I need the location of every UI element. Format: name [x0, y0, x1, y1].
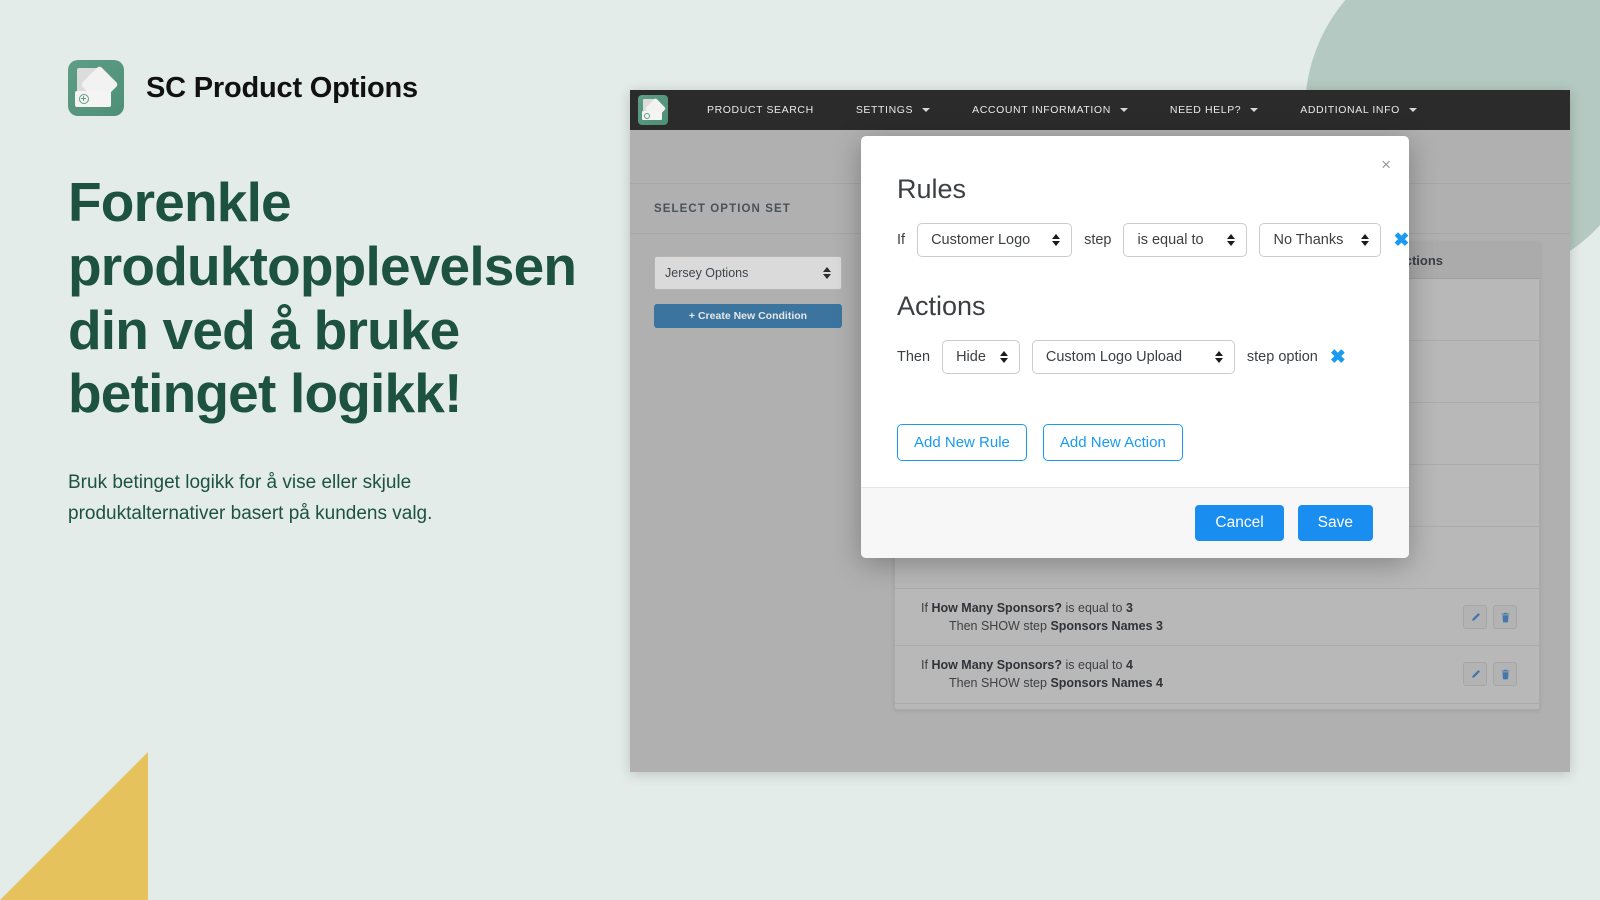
nav-label: NEED HELP?: [1169, 104, 1242, 116]
if-label: If: [897, 232, 906, 248]
rule-row: If Customer Logo step is equal to No Tha…: [897, 223, 1409, 257]
stepper-icon: [1227, 234, 1236, 246]
product-options-logo-icon: [68, 60, 124, 116]
stepper-icon: [999, 351, 1008, 363]
nav-label: ACCOUNT INFORMATION: [972, 104, 1111, 116]
save-button[interactable]: Save: [1297, 505, 1373, 541]
add-new-rule-button[interactable]: Add New Rule: [897, 424, 1027, 461]
step-label: step: [1084, 232, 1112, 248]
app-logo-icon[interactable]: [638, 95, 668, 125]
rule-field-select[interactable]: Customer Logo: [917, 223, 1073, 257]
page-subcopy: Bruk betinget logikk for å vise eller sk…: [68, 472, 433, 524]
action-target-select[interactable]: Custom Logo Upload: [1031, 340, 1235, 374]
chevron-down-icon: [1119, 108, 1128, 112]
actions-section-title: Actions: [897, 291, 986, 321]
chevron-down-icon: [1250, 108, 1259, 112]
remove-rule-icon[interactable]: ✖: [1393, 231, 1409, 250]
nav-item-product-search[interactable]: PRODUCT SEARCH: [686, 104, 835, 116]
stepper-icon: [1361, 234, 1370, 246]
brand-header: SC Product Options: [68, 60, 628, 116]
chevron-down-icon: [922, 108, 931, 112]
decorative-triangle: [0, 752, 148, 900]
modal-add-buttons: Add New Rule Add New Action: [861, 418, 1409, 487]
rule-operator-value: is equal to: [1137, 232, 1204, 248]
rule-compare-select[interactable]: No Thanks: [1259, 223, 1382, 257]
stepper-icon: [1052, 234, 1061, 246]
marketing-column: SC Product Options Forenkle produktopple…: [68, 60, 628, 530]
action-row: Then Hide Custom Logo Upload step option…: [897, 340, 1373, 374]
modal-footer: Cancel Save: [861, 487, 1409, 558]
rules-modal: × Rules If Customer Logo step is equal t…: [861, 136, 1409, 558]
nav-item-settings[interactable]: SETTINGS: [835, 104, 951, 116]
nav-label: PRODUCT SEARCH: [707, 104, 814, 116]
rule-operator-select[interactable]: is equal to: [1123, 223, 1248, 257]
nav-item-need-help[interactable]: NEED HELP?: [1149, 104, 1279, 116]
then-label: Then: [897, 349, 931, 365]
add-new-action-button[interactable]: Add New Action: [1042, 424, 1183, 461]
close-icon[interactable]: ×: [1381, 156, 1391, 173]
step-option-label: step option: [1246, 349, 1318, 365]
remove-action-icon[interactable]: ✖: [1330, 348, 1346, 367]
app-navbar: PRODUCT SEARCH SETTINGS ACCOUNT INFORMAT…: [630, 90, 1570, 130]
nav-label: SETTINGS: [855, 104, 914, 116]
brand-name: SC Product Options: [146, 71, 418, 104]
cancel-button[interactable]: Cancel: [1195, 505, 1284, 541]
nav-item-account-information[interactable]: ACCOUNT INFORMATION: [951, 104, 1149, 116]
rule-compare-value: No Thanks: [1273, 232, 1344, 248]
app-nav-items: PRODUCT SEARCH SETTINGS ACCOUNT INFORMAT…: [686, 104, 1438, 116]
action-target-value: Custom Logo Upload: [1045, 349, 1183, 365]
rule-field-value: Customer Logo: [931, 232, 1031, 248]
action-type-value: Hide: [956, 349, 986, 365]
chevron-down-icon: [1408, 108, 1417, 112]
modal-body: Rules If Customer Logo step is equal to …: [861, 136, 1409, 418]
action-type-select[interactable]: Hide: [942, 340, 1020, 374]
rules-section-title: Rules: [897, 174, 967, 204]
page-headline: Forenkle produktopplevelsen din ved å br…: [68, 171, 577, 425]
nav-item-additional-info[interactable]: ADDITIONAL INFO: [1279, 104, 1438, 116]
nav-label: ADDITIONAL INFO: [1300, 104, 1400, 116]
stepper-icon: [1214, 351, 1223, 363]
